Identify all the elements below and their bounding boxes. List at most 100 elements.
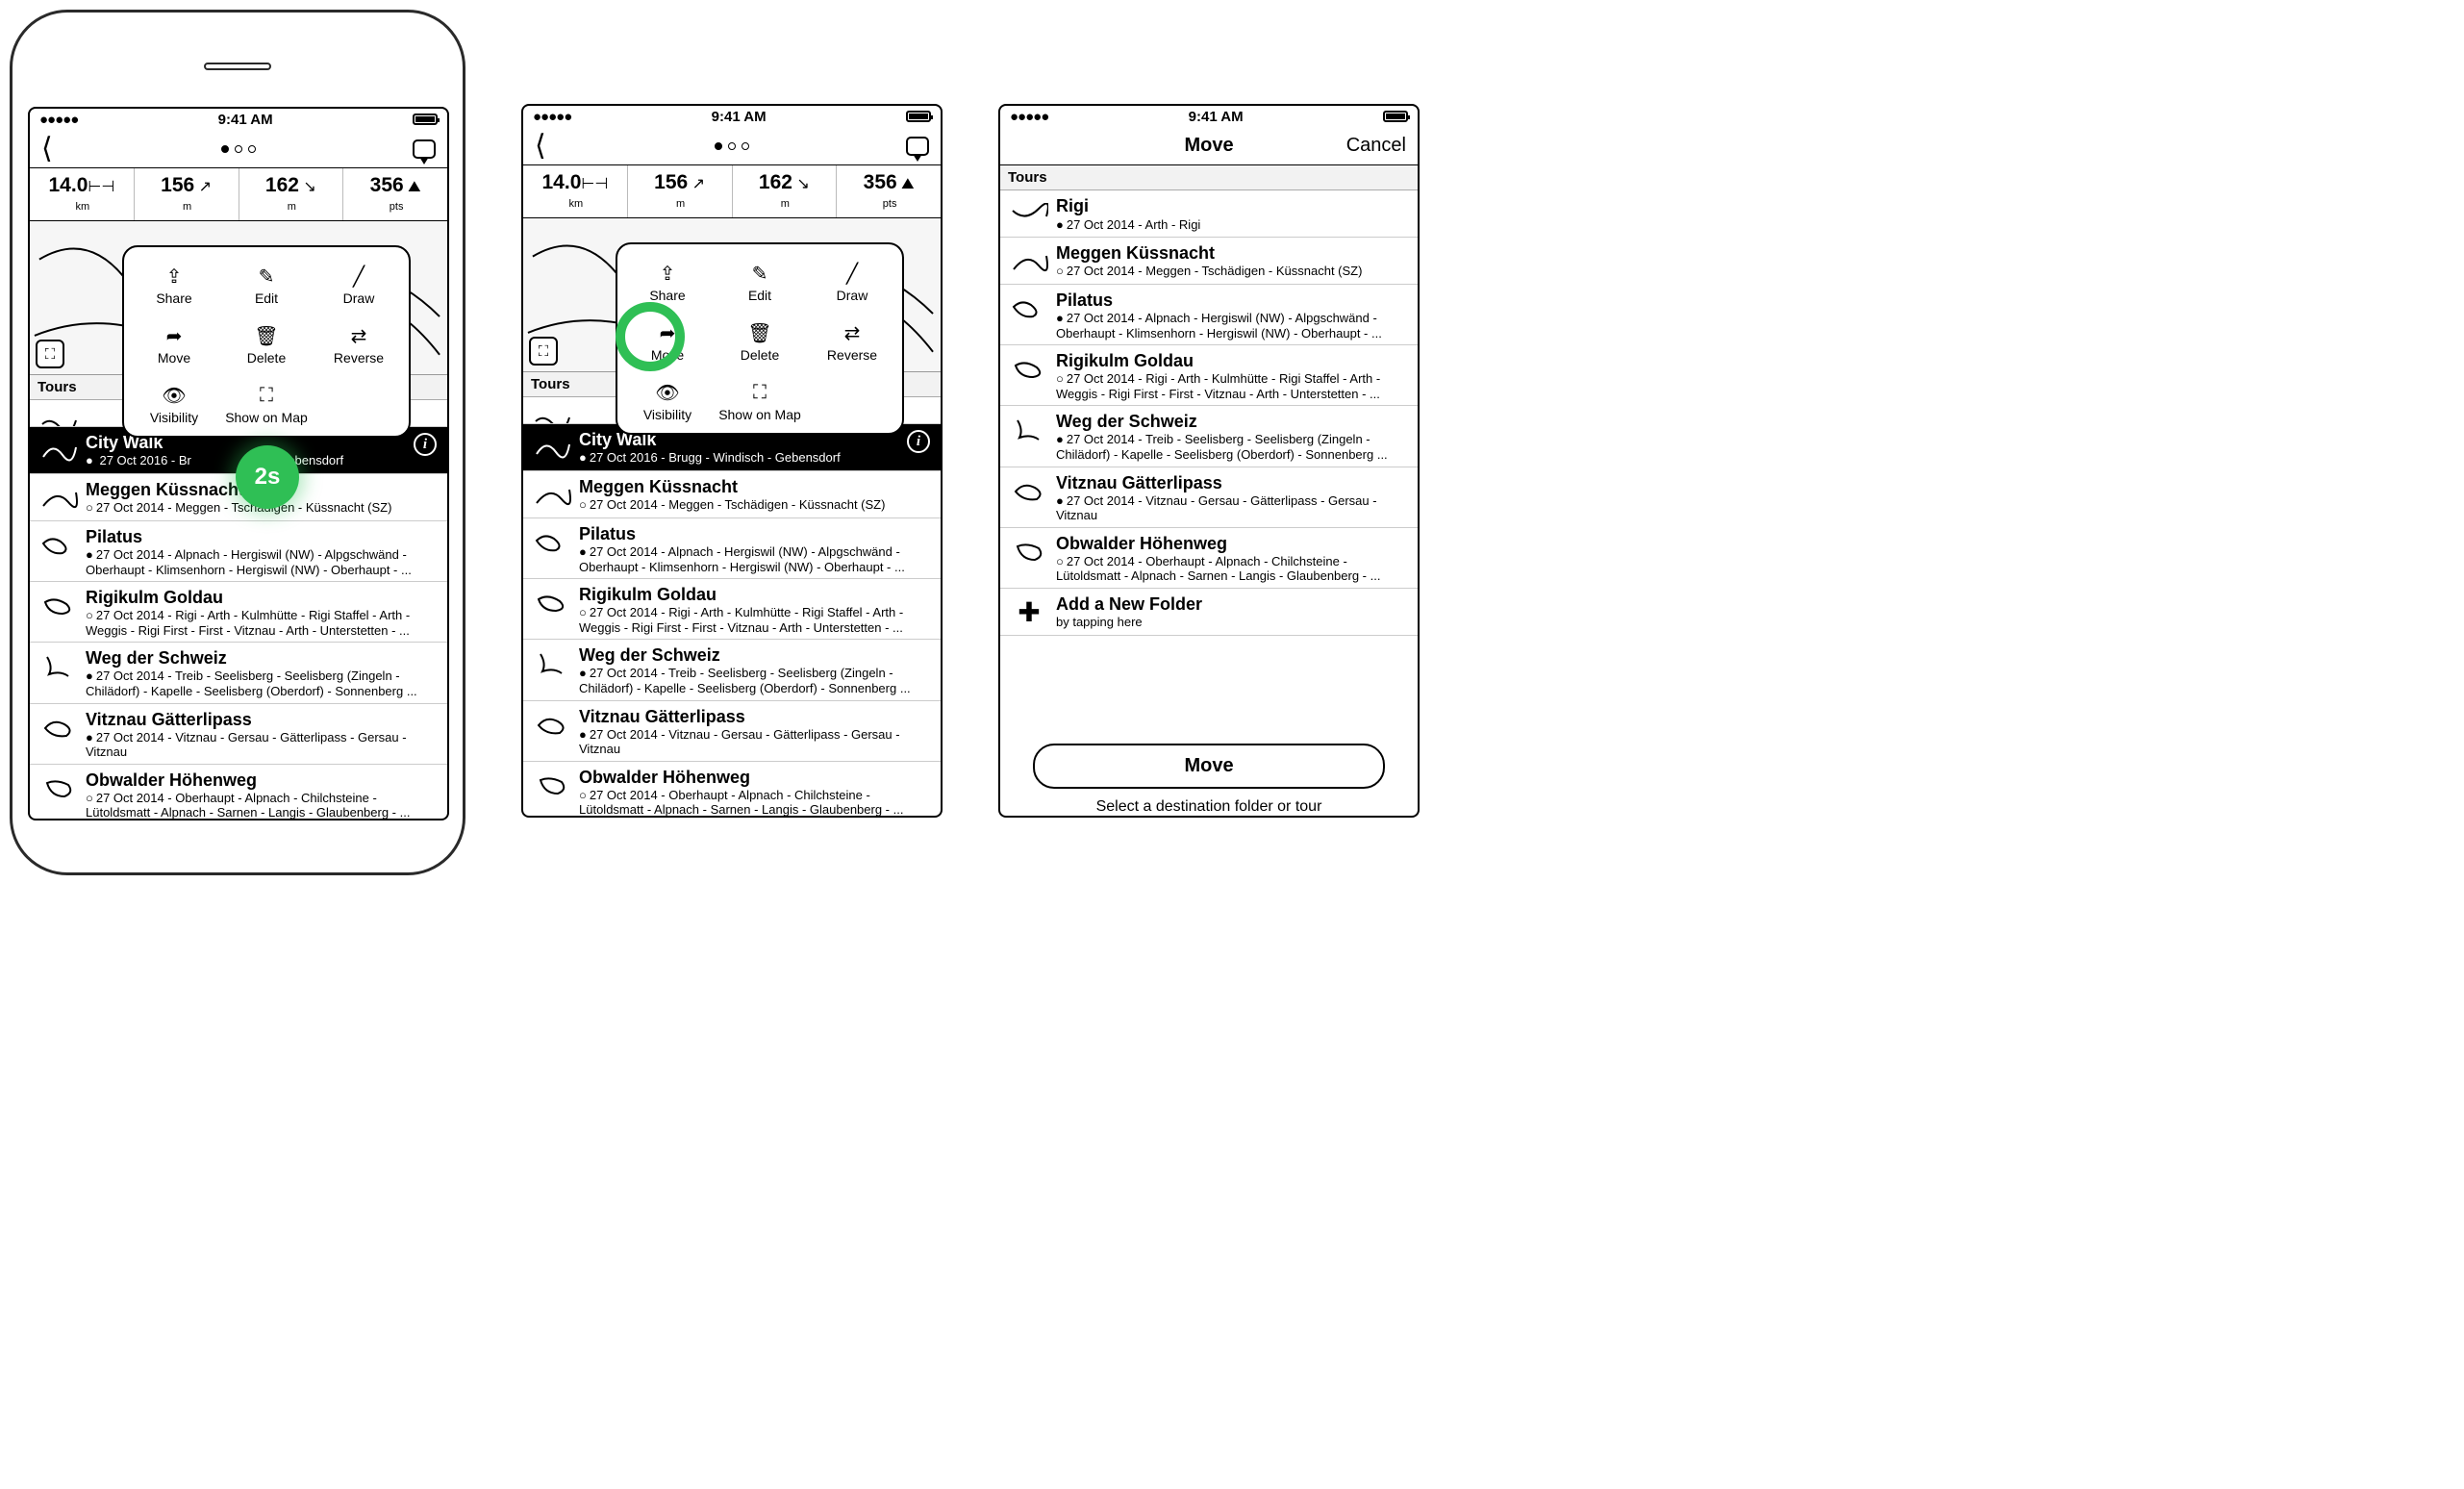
tour-title: Obwalder Höhenweg [86,770,440,791]
delete-action[interactable]: 🗑Delete [220,315,313,374]
ruler-icon: ⊢⊣ [88,179,114,195]
show-on-map-action[interactable]: ⛶Show on Map [220,374,313,434]
info-button[interactable]: i [411,433,440,456]
info-button[interactable]: i [904,430,933,453]
list-item[interactable]: Obwalder Höhenweg27 Oct 2014 - Oberhaupt… [1000,528,1418,589]
expand-icon: ⛶ [753,380,767,405]
delete-icon: 🗑 [254,323,278,348]
tour-meta: 27 Oct 2014 - Meggen - Tschädigen - Küss… [1056,264,1410,279]
reverse-icon: ⇄ [844,320,861,345]
tour-meta: 27 Oct 2014 - Treib - Seelisberg - Seeli… [86,669,440,698]
tour-title: Rigikulm Goldau [1056,351,1410,371]
back-button[interactable]: ⟨ [41,132,53,165]
add-folder-title: Add a New Folder [1056,594,1410,615]
list-item[interactable]: Weg der Schweiz 27 Oct 2014 - Treib - Se… [30,643,447,703]
visibility-action[interactable]: 👁Visibility [128,374,220,434]
nav-bar: Move Cancel [1000,127,1418,165]
tour-title: Weg der Schweiz [579,645,933,666]
list-item[interactable]: Meggen Küssnacht27 Oct 2014 - Meggen - T… [523,471,941,518]
share-action[interactable]: ⇪Share [621,252,714,312]
move-icon: ➦ [166,323,183,348]
tour-meta: 27 Oct 2014 - Alpnach - Hergiswil (NW) -… [579,544,933,574]
signal-dots-icon: ●●●●● [1010,109,1048,125]
list-item[interactable]: Obwalder Höhenweg27 Oct 2014 - Oberhaupt… [523,762,941,818]
stat-ascent: 156 ↗m [135,168,239,220]
list-item[interactable]: Obwalder Höhenweg 27 Oct 2014 - Oberhaup… [30,765,447,820]
edit-icon: ✎ [752,261,768,286]
delete-action[interactable]: 🗑Delete [714,312,806,371]
screen-1: ●●●●● 9:41 AM ⟨ 14.0⊢⊣km 156 ↗m 162 ↘m 3… [28,107,449,820]
nav-bar: ⟨ [30,130,447,168]
tour-meta: 27 Oct 2014 - Meggen - Tschädigen - Küss… [579,497,933,513]
tour-meta: 27 Oct 2014 - Arth - Rigi [1056,217,1410,233]
move-button[interactable]: Move [1033,744,1385,789]
stat-descent: 162 ↘m [239,168,344,220]
signal-dots-icon: ●●●●● [533,109,571,125]
list-item[interactable]: Pilatus 27 Oct 2014 - Alpnach - Hergiswi… [30,521,447,582]
draw-action[interactable]: ╱Draw [313,255,405,315]
tour-meta: 27 Oct 2014 - Oberhaupt - Alpnach - Chil… [86,791,440,820]
tour-title: Weg der Schweiz [1056,412,1410,432]
show-on-map-action[interactable]: ⛶Show on Map [714,371,806,431]
list-item[interactable]: Rigikulm Goldau 27 Oct 2014 - Rigi - Art… [30,582,447,643]
tour-meta: 27 Oct 2014 - Vitznau - Gersau - Gätterl… [579,727,933,757]
tour-title: Obwalder Höhenweg [579,768,933,788]
edit-action[interactable]: ✎Edit [220,255,313,315]
add-folder-row[interactable]: ✚ Add a New Folder by tapping here [1000,589,1418,636]
list-item[interactable]: Rigikulm Goldau27 Oct 2014 - Rigi - Arth… [1000,345,1418,406]
move-hint: Select a destination folder or tour [1000,795,1418,816]
edit-icon: ✎ [259,264,275,289]
stat-points: 356 ⛰pts [343,168,447,220]
tour-title: Weg der Schweiz [86,648,440,669]
list-item[interactable]: Rigikulm Goldau27 Oct 2014 - Rigi - Arth… [523,579,941,640]
list-item[interactable]: Pilatus27 Oct 2014 - Alpnach - Hergiswil… [1000,285,1418,345]
tour-meta: 27 Oct 2014 - Vitznau - Gersau - Gätterl… [86,730,440,760]
tour-meta: 27 Oct 2014 - Rigi - Arth - Kulmhütte - … [1056,371,1410,401]
points-icon: ⛰ [404,179,421,195]
tour-title: Rigi [1056,196,1410,216]
expand-map-button[interactable]: ⛶ [36,340,64,368]
draw-icon: ╱ [846,261,858,286]
edit-action[interactable]: ✎Edit [714,252,806,312]
share-action[interactable]: ⇪Share [128,255,220,315]
draw-action[interactable]: ╱Draw [806,252,898,312]
expand-map-button[interactable]: ⛶ [529,337,558,366]
comment-button[interactable] [906,137,929,156]
share-icon: ⇪ [660,261,676,286]
list-item[interactable]: Weg der Schweiz27 Oct 2014 - Treib - See… [1000,406,1418,467]
clock: 9:41 AM [712,109,767,125]
draw-icon: ╱ [353,264,365,289]
nav-bar: ⟨ [523,127,941,165]
list-item[interactable]: Vitznau Gätterlipass27 Oct 2014 - Vitzna… [523,701,941,762]
expand-icon: ⛶ [260,383,273,408]
delete-icon: 🗑 [747,320,771,345]
back-button[interactable]: ⟨ [535,129,546,163]
tour-meta: 27 Oct 2014 - Rigi - Arth - Kulmhütte - … [86,608,440,638]
tour-meta: 27 Oct 2014 - Alpnach - Hergiswil (NW) -… [86,547,440,577]
reverse-action[interactable]: ⇄Reverse [313,315,405,374]
pager-dots[interactable] [715,142,749,150]
move-action[interactable]: ➦Move [128,315,220,374]
list-item[interactable]: Meggen Küssnacht27 Oct 2014 - Meggen - T… [1000,238,1418,285]
pager-dots[interactable] [221,145,256,153]
reverse-action[interactable]: ⇄Reverse [806,312,898,371]
comment-button[interactable] [413,139,436,159]
list-item[interactable]: Vitznau Gätterlipass 27 Oct 2014 - Vitzn… [30,704,447,765]
move-highlight [616,302,685,371]
list-item[interactable]: Weg der Schweiz27 Oct 2014 - Treib - See… [523,640,941,700]
visibility-action[interactable]: 👁Visibility [621,371,714,431]
list-item[interactable]: Pilatus27 Oct 2014 - Alpnach - Hergiswil… [523,518,941,579]
stats-row: 14.0⊢⊣km 156 ↗m 162 ↘m 356 ⛰pts [30,168,447,221]
cancel-button[interactable]: Cancel [1346,135,1406,157]
clock: 9:41 AM [218,112,273,128]
list-item[interactable]: Rigi27 Oct 2014 - Arth - Rigi [1000,190,1418,238]
tour-meta: 27 Oct 2014 - Treib - Seelisberg - Seeli… [579,666,933,695]
battery-icon [906,111,931,122]
ascent-icon: ↗ [194,179,212,195]
tour-title: Rigikulm Goldau [86,588,440,608]
list-item[interactable]: Vitznau Gätterlipass27 Oct 2014 - Vitzna… [1000,467,1418,528]
signal-dots-icon: ●●●●● [39,112,78,128]
tour-meta: 27 Oct 2014 - Alpnach - Hergiswil (NW) -… [1056,311,1410,341]
tour-title: Meggen Küssnacht [579,477,933,497]
tour-title: Meggen Küssnacht [1056,243,1410,264]
